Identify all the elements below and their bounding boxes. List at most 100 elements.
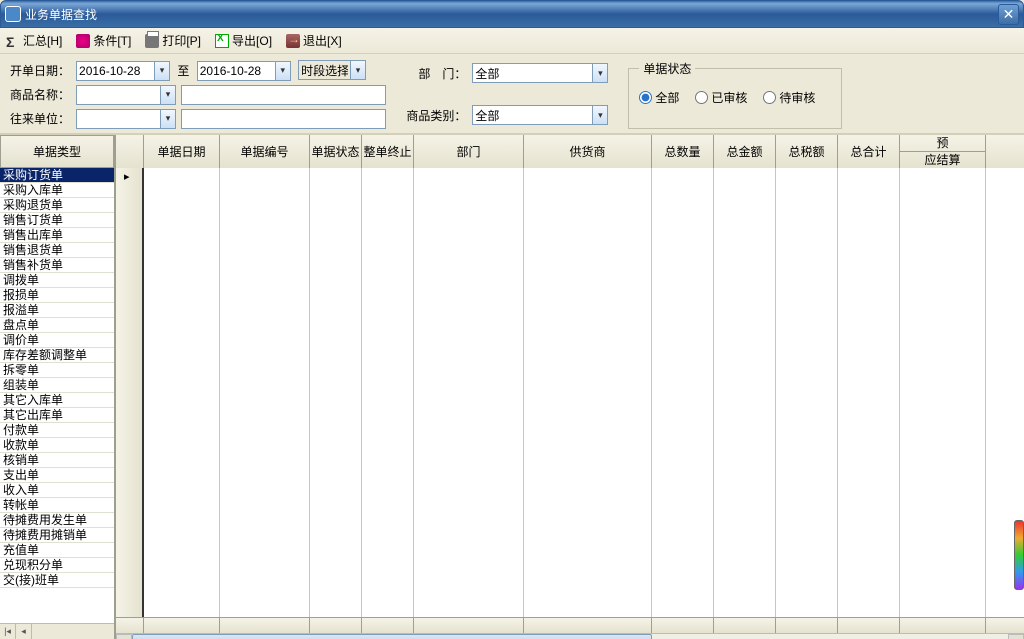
summary-button[interactable]: 汇总[H] — [6, 32, 62, 49]
partner-label: 往来单位： — [10, 110, 70, 127]
date-to-dropdown[interactable] — [275, 61, 291, 81]
excel-icon — [215, 34, 229, 48]
sidebar-item[interactable]: 报损单 — [0, 288, 114, 303]
scroll-thumb[interactable] — [132, 634, 652, 639]
sidebar-item[interactable]: 调拨单 — [0, 273, 114, 288]
sidebar-item[interactable]: 交(接)班单 — [0, 573, 114, 588]
condition-button[interactable]: 条件[T] — [76, 32, 131, 49]
category-label: 商品类别： — [406, 107, 466, 124]
sidebar-item[interactable]: 待摊费用发生单 — [0, 513, 114, 528]
nav-prev[interactable]: ◂ — [16, 624, 32, 639]
sidebar-item[interactable]: 采购退货单 — [0, 198, 114, 213]
sidebar-item[interactable]: 销售退货单 — [0, 243, 114, 258]
exit-button[interactable]: 退出[X] — [286, 32, 342, 49]
status-approved-radio[interactable]: 已审核 — [695, 89, 747, 106]
date-from-input[interactable] — [76, 61, 154, 81]
column-header[interactable]: 总金额 — [714, 135, 776, 168]
partner-extra-input[interactable] — [181, 109, 386, 129]
sidebar-header: 单据类型 — [0, 135, 114, 168]
sidebar-list[interactable]: 采购订货单采购入库单采购退货单销售订货单销售出库单销售退货单销售补货单调拨单报损… — [0, 168, 114, 623]
sidebar-item[interactable]: 收款单 — [0, 438, 114, 453]
sidebar-item[interactable]: 待摊费用摊销单 — [0, 528, 114, 543]
sidebar-item[interactable]: 付款单 — [0, 423, 114, 438]
column-header[interactable]: 总合计 — [838, 135, 900, 168]
date-to-label: 至 — [177, 64, 189, 78]
sidebar-item[interactable]: 销售订货单 — [0, 213, 114, 228]
grid-summary-row — [116, 617, 1024, 633]
category-select[interactable] — [472, 105, 592, 125]
sidebar-item[interactable]: 销售出库单 — [0, 228, 114, 243]
print-button[interactable]: 打印[P] — [145, 32, 201, 49]
printer-icon — [145, 34, 159, 48]
toolbar: 汇总[H] 条件[T] 打印[P] 导出[O] 退出[X] — [0, 28, 1024, 54]
product-extra-input[interactable] — [181, 85, 386, 105]
grid-body — [116, 168, 1024, 617]
sidebar-item[interactable]: 兑现积分单 — [0, 558, 114, 573]
sidebar-item[interactable]: 调价单 — [0, 333, 114, 348]
filter-panel: 开单日期： 至 商品名称： 往来单位： 部 门： 商品类别： 单据状态 全部 已… — [0, 54, 1024, 134]
title-bar: 业务单据查找 ✕ — [0, 0, 1024, 28]
column-header[interactable]: 部门 — [414, 135, 524, 168]
product-label: 商品名称： — [10, 86, 70, 103]
column-header[interactable]: 供货商 — [524, 135, 652, 168]
export-button[interactable]: 导出[O] — [215, 32, 272, 49]
status-legend: 单据状态 — [639, 60, 695, 77]
date-from-dropdown[interactable] — [154, 61, 170, 81]
condition-icon — [76, 34, 90, 48]
dept-label: 部 门： — [406, 65, 466, 82]
sidebar-item[interactable]: 其它入库单 — [0, 393, 114, 408]
column-header[interactable]: 单据日期 — [144, 135, 220, 168]
sidebar-nav: |◂ ◂ — [0, 623, 114, 639]
column-header[interactable] — [116, 135, 144, 168]
horizontal-scrollbar[interactable]: ◂ ▸ — [116, 633, 1024, 639]
sidebar-item[interactable]: 采购订货单 — [0, 168, 114, 183]
date-from-label: 开单日期： — [10, 62, 70, 79]
nav-first[interactable]: |◂ — [0, 624, 16, 639]
period-dropdown[interactable] — [350, 60, 366, 80]
scroll-left-button[interactable]: ◂ — [116, 634, 132, 639]
sidebar-item[interactable]: 转帐单 — [0, 498, 114, 513]
partner-dropdown[interactable] — [160, 109, 176, 129]
color-strip — [1014, 520, 1024, 590]
dept-dropdown[interactable] — [592, 63, 608, 83]
exit-icon — [286, 34, 300, 48]
data-grid[interactable]: 单据日期单据编号单据状态整单终止部门供货商总数量总金额总税额总合计预应结算 ◂ … — [115, 135, 1024, 639]
sidebar-item[interactable]: 报溢单 — [0, 303, 114, 318]
sidebar-item[interactable]: 拆零单 — [0, 363, 114, 378]
grid-header: 单据日期单据编号单据状态整单终止部门供货商总数量总金额总税额总合计预应结算 — [116, 135, 1024, 169]
row-indicator — [116, 168, 144, 617]
sidebar-item[interactable]: 支出单 — [0, 468, 114, 483]
column-header[interactable]: 单据编号 — [220, 135, 310, 168]
sidebar: 单据类型 采购订货单采购入库单采购退货单销售订货单销售出库单销售退货单销售补货单… — [0, 135, 115, 639]
sidebar-item[interactable]: 组装单 — [0, 378, 114, 393]
column-header[interactable]: 总数量 — [652, 135, 714, 168]
partner-combo[interactable] — [76, 109, 160, 129]
column-header[interactable]: 总税额 — [776, 135, 838, 168]
category-dropdown[interactable] — [592, 105, 608, 125]
product-dropdown[interactable] — [160, 85, 176, 105]
sidebar-item[interactable]: 销售补货单 — [0, 258, 114, 273]
status-group: 单据状态 全部 已审核 待审核 — [628, 60, 842, 129]
sidebar-item[interactable]: 其它出库单 — [0, 408, 114, 423]
period-select[interactable] — [298, 60, 350, 80]
close-button[interactable]: ✕ — [998, 4, 1019, 25]
scroll-right-button[interactable]: ▸ — [1008, 634, 1024, 639]
status-pending-radio[interactable]: 待审核 — [763, 89, 815, 106]
sidebar-item[interactable]: 采购入库单 — [0, 183, 114, 198]
sidebar-item[interactable]: 盘点单 — [0, 318, 114, 333]
sidebar-item[interactable]: 充值单 — [0, 543, 114, 558]
status-all-radio[interactable]: 全部 — [639, 89, 679, 106]
date-to-input[interactable] — [197, 61, 275, 81]
sidebar-item[interactable]: 收入单 — [0, 483, 114, 498]
dept-select[interactable] — [472, 63, 592, 83]
sidebar-item[interactable]: 库存差额调整单 — [0, 348, 114, 363]
sigma-icon — [6, 34, 20, 48]
column-header-group[interactable]: 预 — [900, 135, 985, 152]
sidebar-item[interactable]: 核销单 — [0, 453, 114, 468]
product-combo[interactable] — [76, 85, 160, 105]
column-header[interactable]: 应结算 — [900, 152, 985, 168]
column-header[interactable]: 整单终止 — [362, 135, 414, 168]
window-title: 业务单据查找 — [25, 6, 998, 23]
column-header[interactable]: 单据状态 — [310, 135, 362, 168]
content-area: 单据类型 采购订货单采购入库单采购退货单销售订货单销售出库单销售退货单销售补货单… — [0, 134, 1024, 639]
